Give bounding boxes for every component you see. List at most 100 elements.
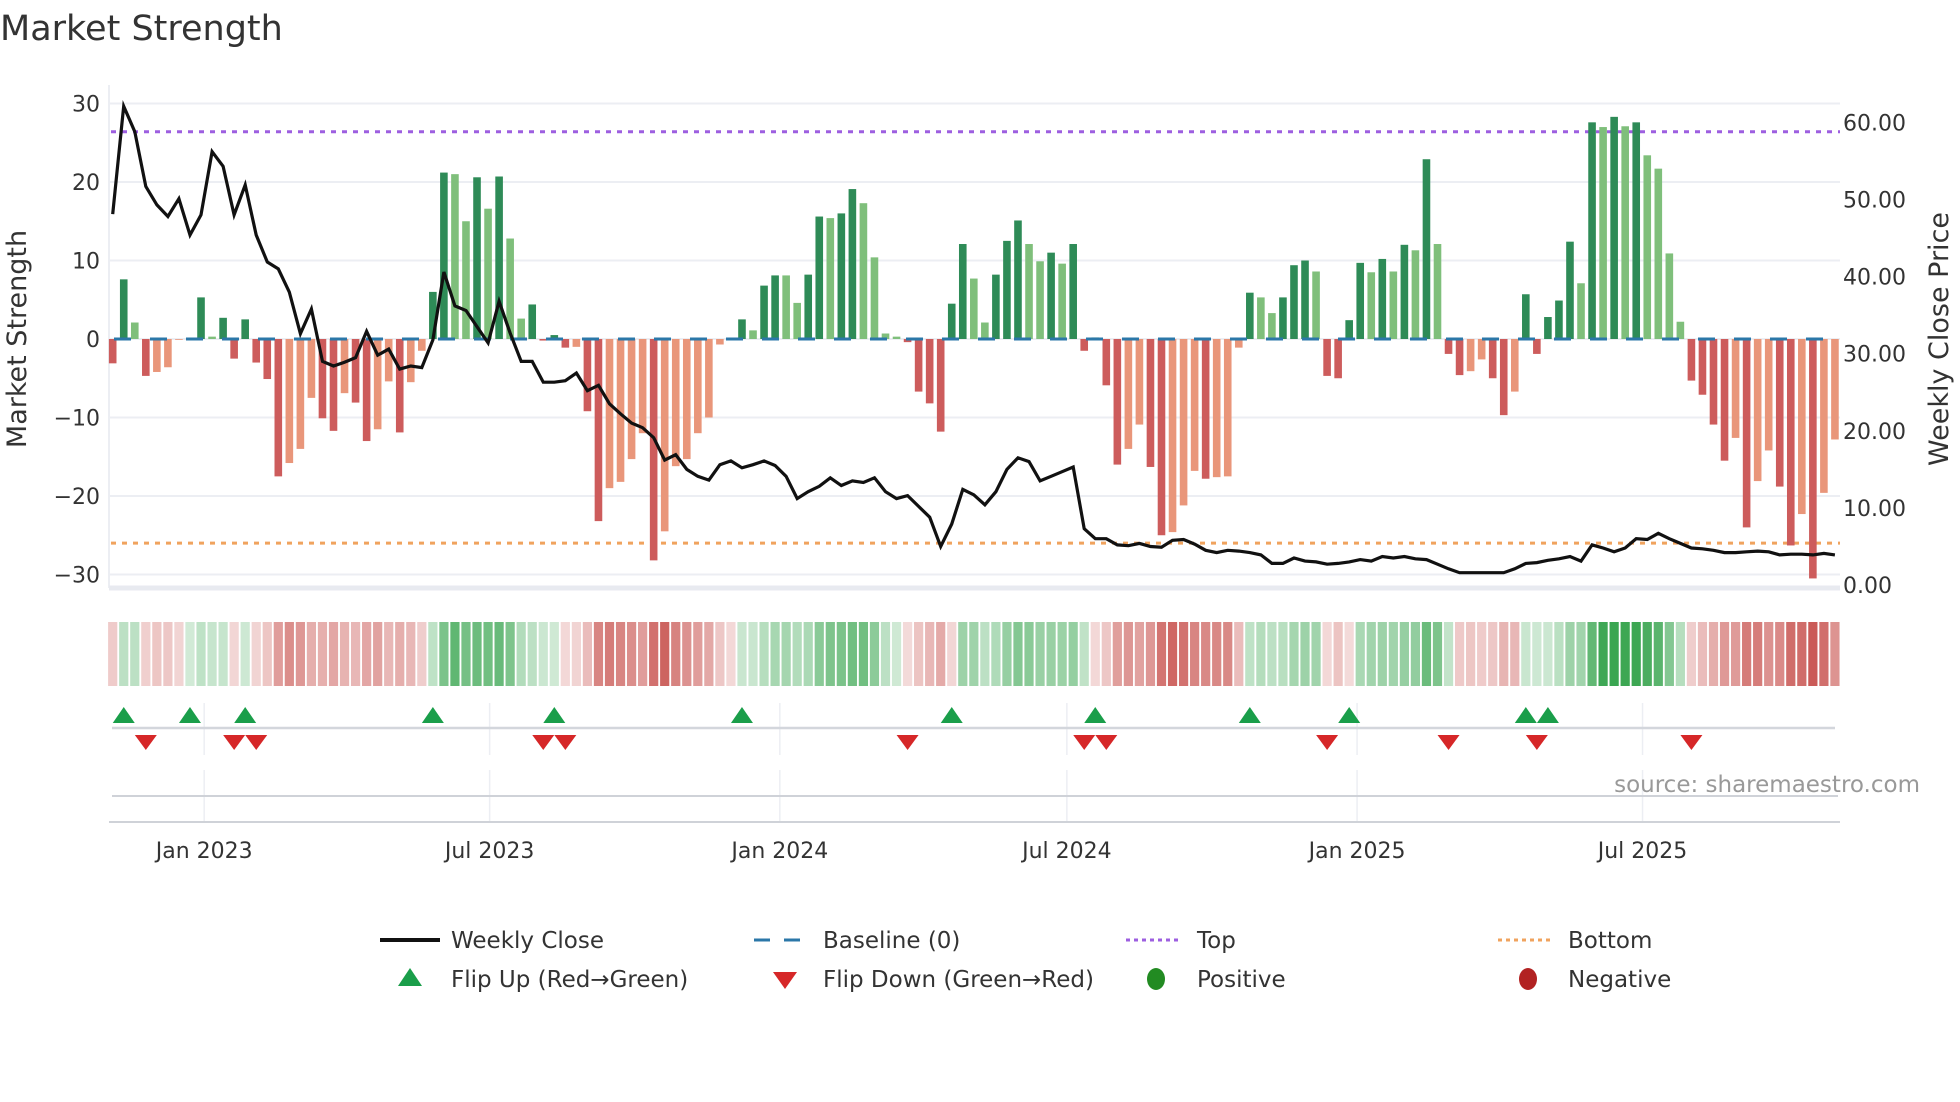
- strip-cell: [1068, 622, 1078, 686]
- strength-bar: [716, 339, 724, 345]
- strip-cell: [119, 622, 129, 686]
- strength-bar: [130, 322, 139, 339]
- strength-bar: [1003, 240, 1011, 339]
- strength-bar: [594, 339, 603, 522]
- strip-cell: [1123, 622, 1133, 686]
- strip-cell: [770, 622, 780, 686]
- strip-cell: [472, 622, 482, 686]
- strength-bar: [484, 208, 492, 339]
- strip-cell: [1642, 622, 1652, 686]
- y2-tick-label: 20.00: [1843, 420, 1906, 445]
- x-tick-label: Jan 2025: [1307, 839, 1406, 864]
- flip-down-marker: [896, 735, 919, 750]
- strip-cell: [858, 622, 869, 686]
- strip-cell: [1421, 622, 1432, 686]
- strength-bar: [1477, 339, 1486, 360]
- strength-bar: [1599, 127, 1607, 339]
- strip-cell: [593, 622, 604, 686]
- strength-bar: [1168, 339, 1177, 533]
- strength-bar: [263, 339, 272, 380]
- strip-cell: [582, 622, 593, 686]
- y-tick-label: 20: [72, 171, 100, 196]
- strip-cell: [1443, 622, 1454, 686]
- strip-cell: [1322, 622, 1332, 686]
- strip-cell: [251, 622, 261, 686]
- y2-tick-label: 30.00: [1843, 343, 1906, 368]
- strip-cell: [1686, 622, 1697, 686]
- triangle-up-icon: [398, 968, 422, 986]
- strip-cell: [759, 622, 769, 686]
- strength-bar: [958, 244, 967, 339]
- strength-bar: [406, 339, 415, 383]
- strip-cell: [1366, 622, 1376, 686]
- strip-cell: [1234, 622, 1244, 686]
- strip-cell: [152, 622, 162, 686]
- flip-up-marker: [1536, 707, 1559, 723]
- strength-bar: [142, 339, 150, 376]
- y-tick-label: 30: [72, 93, 100, 118]
- strength-bar: [1831, 339, 1839, 440]
- strip-cell: [847, 622, 857, 686]
- y2-tick-label: 60.00: [1843, 111, 1906, 136]
- strip-cell: [1035, 622, 1045, 686]
- chart-title: Market Strength: [0, 9, 283, 49]
- strip-cell: [1753, 622, 1763, 686]
- strength-bar: [1455, 339, 1464, 376]
- strength-bar: [329, 339, 338, 431]
- strip-cell: [693, 622, 703, 686]
- strip-cell: [417, 622, 427, 686]
- strength-bar: [1345, 320, 1353, 339]
- strength-bar: [274, 339, 283, 477]
- strength-bar: [241, 319, 249, 339]
- left-axis-ticks: 30 20 10 0 −10 −20 −30: [54, 93, 100, 589]
- strength-bar: [252, 339, 261, 363]
- legend-label: Top: [1196, 928, 1236, 954]
- right-axis-ticks: 60.00 50.00 40.00 30.00 20.00 10.00 0.00: [1843, 111, 1906, 599]
- flip-down-marker: [1095, 735, 1118, 750]
- strip-cell: [1786, 622, 1796, 686]
- strip-cell: [1002, 622, 1012, 686]
- x-tick-label: Jul 2024: [1020, 839, 1112, 864]
- strength-bar: [1279, 297, 1287, 339]
- strength-bar: [870, 257, 879, 339]
- strength-bar: [660, 339, 669, 532]
- strip-cell: [1201, 622, 1211, 686]
- flip-up-marker: [1514, 707, 1537, 723]
- strength-bar: [219, 317, 227, 339]
- strength-bar: [1080, 339, 1089, 351]
- strength-bar: [1312, 271, 1320, 339]
- strength-bar: [451, 174, 459, 339]
- flip-up-marker: [1238, 707, 1261, 723]
- strip-cell: [284, 622, 294, 686]
- strength-bar: [981, 322, 989, 339]
- strip-cell: [1587, 622, 1597, 686]
- strip-cell: [836, 622, 846, 686]
- strength-bar: [627, 339, 636, 460]
- strip-cell: [1145, 622, 1156, 686]
- strength-bar: [1389, 271, 1398, 339]
- strength-bar: [1555, 300, 1563, 339]
- strength-bar: [1014, 220, 1022, 339]
- strip-cell: [748, 622, 758, 686]
- strength-bar: [1058, 263, 1066, 339]
- legend-label: Flip Up (Red→Green): [451, 967, 688, 993]
- strength-bar: [925, 339, 934, 404]
- legend-item-flip-down: Flip Down (Green→Red): [773, 967, 1094, 993]
- strip-cell: [163, 622, 173, 686]
- strip-cell: [792, 622, 802, 686]
- strip-cell: [141, 622, 151, 686]
- strip-cell: [505, 622, 515, 686]
- right-axis-title: Weekly Close Price: [1924, 212, 1955, 466]
- strength-bar: [1544, 317, 1552, 339]
- strip-cell: [969, 622, 979, 686]
- strength-bar: [462, 221, 470, 339]
- strength-bar: [947, 303, 956, 339]
- strength-bars: [108, 116, 1839, 579]
- strip-cell: [1024, 622, 1034, 686]
- strip-cell: [174, 622, 184, 686]
- strength-bar: [826, 218, 835, 339]
- strength-bar: [1124, 339, 1133, 449]
- strength-bar: [1444, 339, 1453, 354]
- strip-cell: [615, 622, 626, 686]
- y-tick-label: −30: [54, 564, 100, 589]
